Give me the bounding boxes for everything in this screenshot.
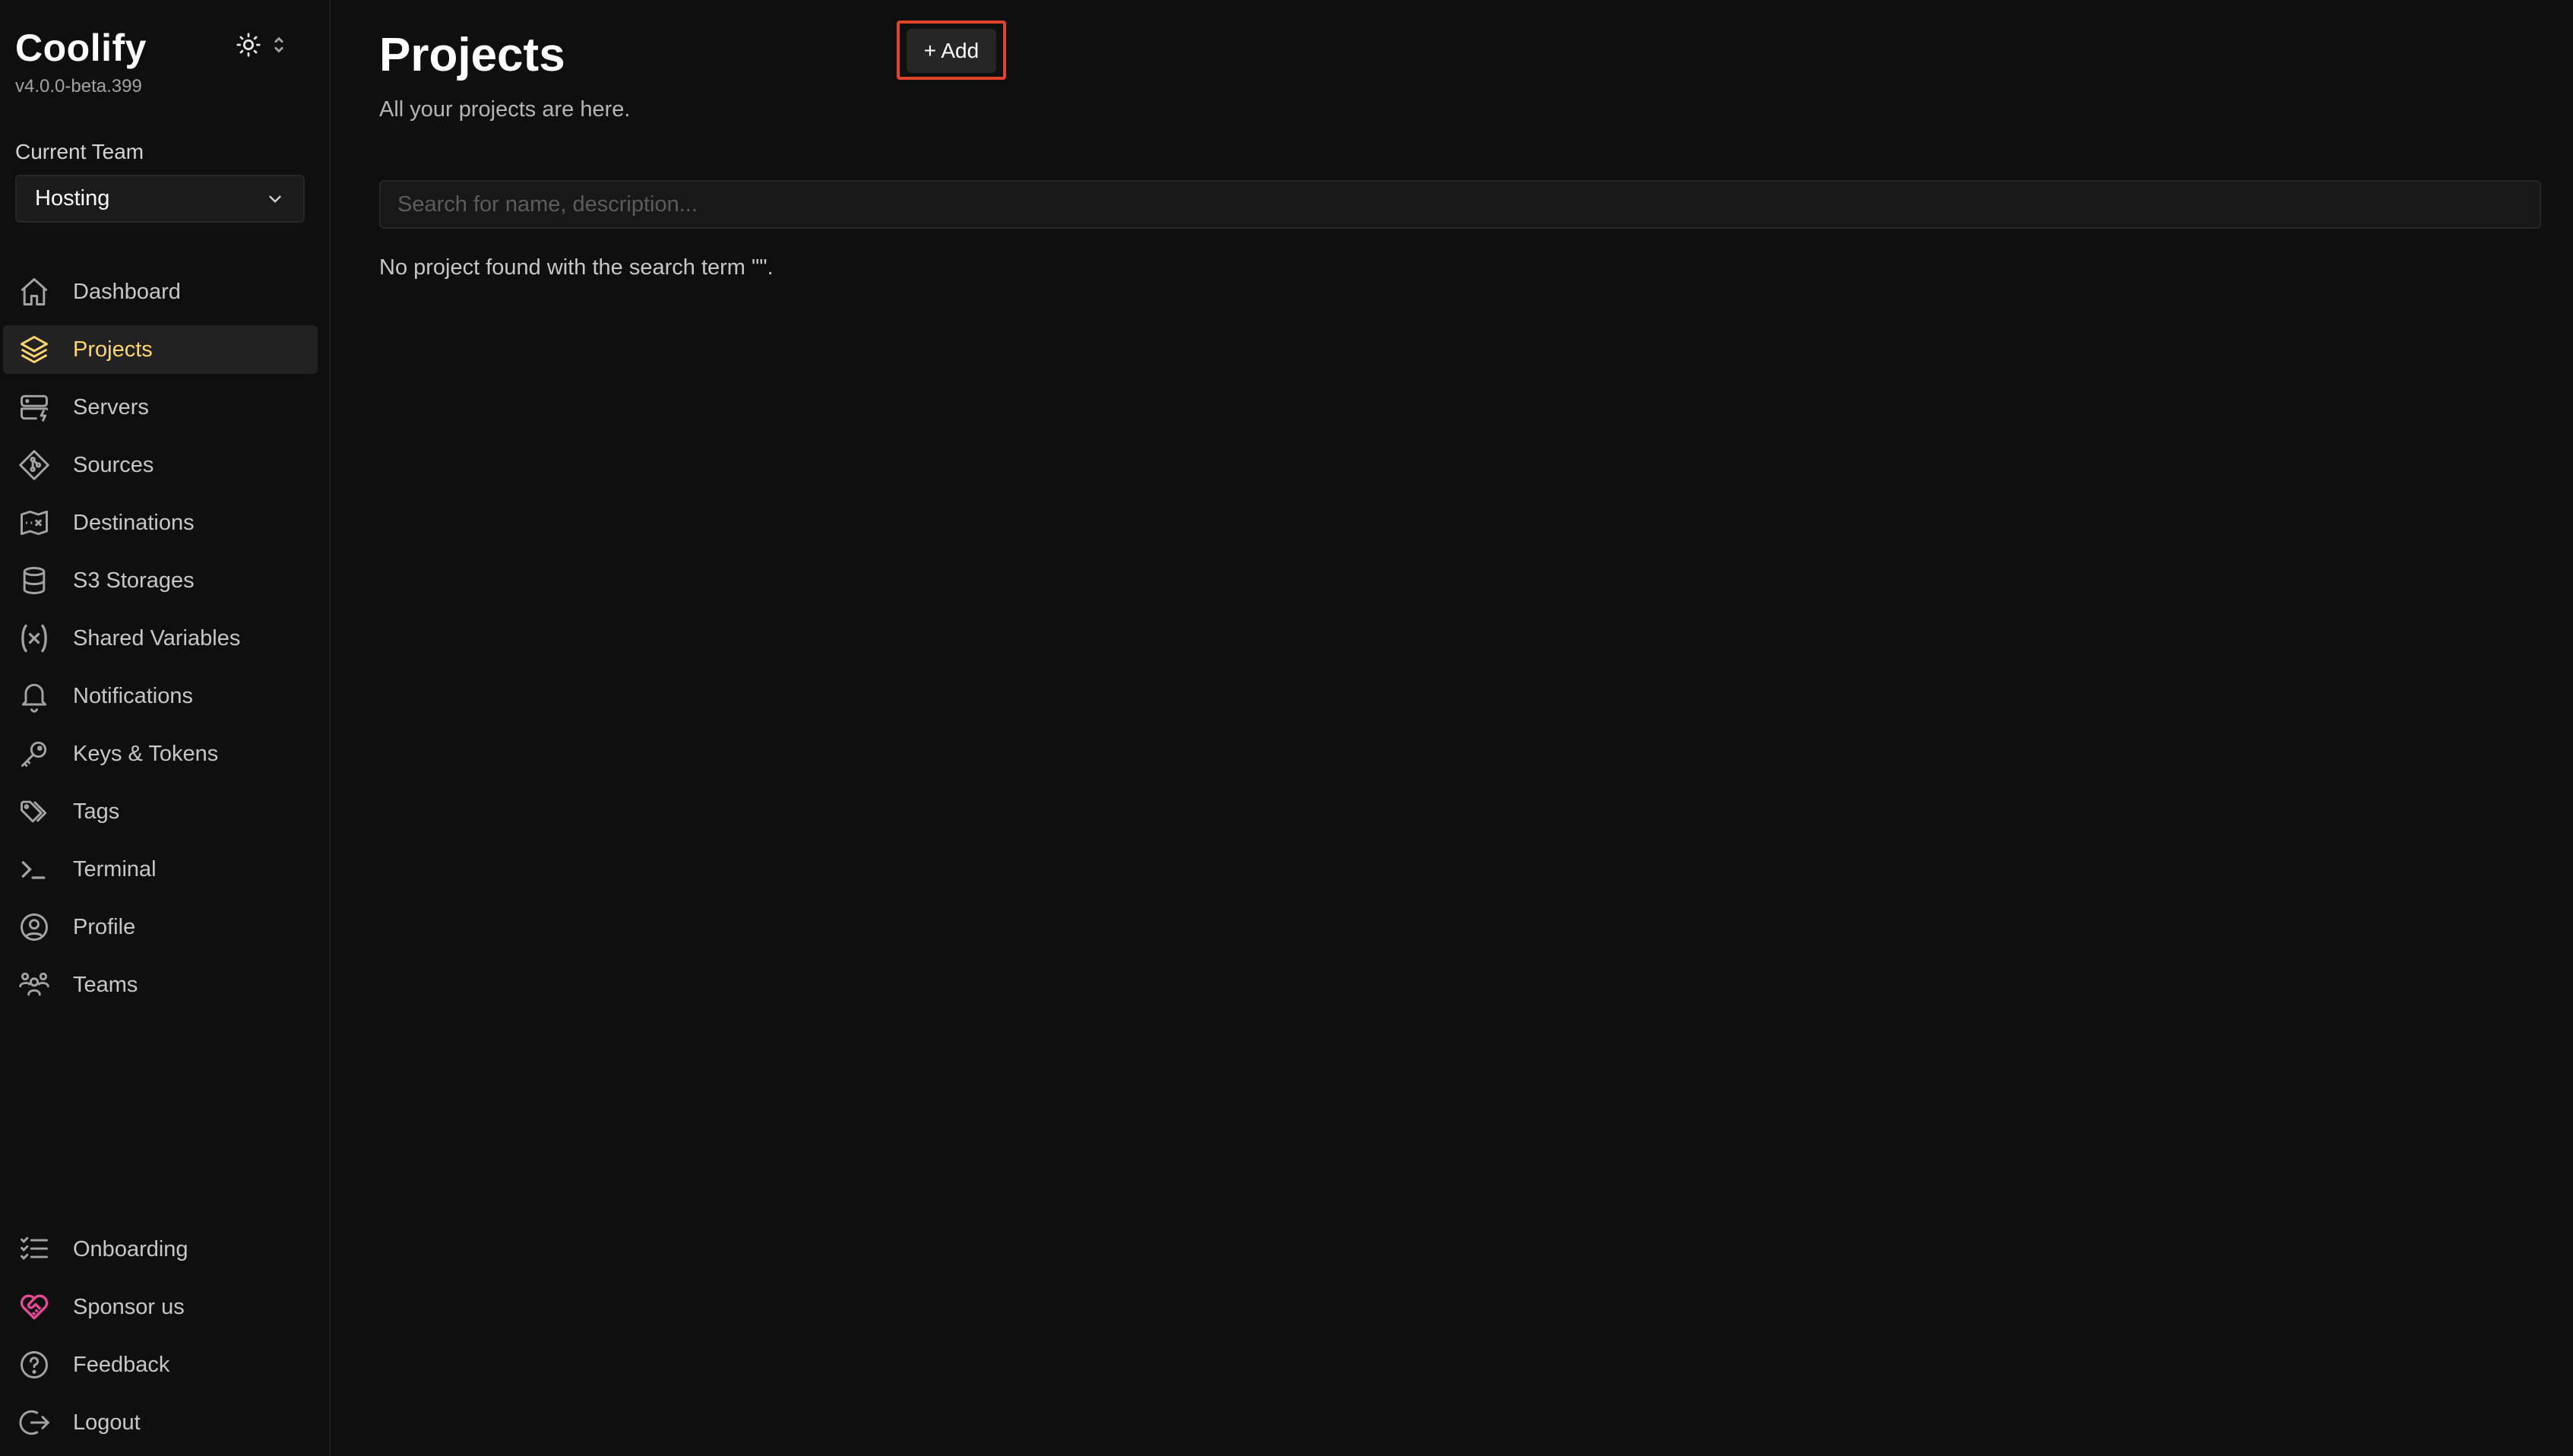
- sidebar-item-label: Keys & Tokens: [73, 741, 219, 766]
- key-icon: [17, 736, 52, 771]
- tag-icon: [17, 794, 52, 829]
- sidebar-item-servers[interactable]: Servers: [3, 383, 318, 432]
- main-content: Projects + Add All your projects are her…: [331, 0, 2573, 1456]
- sidebar-item-label: S3 Storages: [73, 568, 195, 593]
- page-title: Projects: [379, 29, 565, 81]
- sidebar-item-label: Notifications: [73, 683, 193, 708]
- sun-icon: [236, 33, 261, 57]
- sidebar-item-logout[interactable]: Logout: [3, 1398, 318, 1447]
- sidebar-item-label: Logout: [73, 1410, 141, 1435]
- team-select[interactable]: Hosting: [15, 175, 305, 223]
- layers-icon: [17, 332, 52, 367]
- sidebar-item-label: Onboarding: [73, 1236, 188, 1261]
- heart-handshake-icon: [17, 1290, 52, 1325]
- sidebar-item-keys-tokens[interactable]: Keys & Tokens: [3, 730, 318, 778]
- sidebar-item-feedback[interactable]: Feedback: [3, 1340, 318, 1389]
- sidebar-item-onboarding[interactable]: Onboarding: [3, 1225, 318, 1274]
- sidebar-item-label: Terminal: [73, 856, 157, 882]
- sidebar-item-tags[interactable]: Tags: [3, 787, 318, 836]
- sidebar-item-profile[interactable]: Profile: [3, 903, 318, 951]
- checklist-icon: [17, 1232, 52, 1267]
- brand: Coolify v4.0.0-beta.399: [15, 29, 147, 97]
- logout-icon: [17, 1405, 52, 1440]
- sidebar-item-label: Teams: [73, 972, 138, 997]
- sidebar-item-s3-storages[interactable]: S3 Storages: [3, 556, 318, 605]
- sidebar-item-label: Tags: [73, 799, 120, 824]
- sidebar-item-sources[interactable]: Sources: [3, 441, 318, 489]
- git-icon: [17, 448, 52, 483]
- sidebar-item-label: Projects: [73, 337, 153, 362]
- user-circle-icon: [17, 910, 52, 945]
- sidebar-item-label: Destinations: [73, 510, 195, 535]
- terminal-icon: [17, 852, 52, 887]
- variable-icon: [17, 621, 52, 656]
- home-icon: [17, 274, 52, 309]
- sidebar-item-label: Dashboard: [73, 279, 181, 304]
- sidebar-item-label: Sources: [73, 452, 154, 477]
- map-icon: [17, 505, 52, 540]
- users-icon: [17, 967, 52, 1002]
- sidebar-item-terminal[interactable]: Terminal: [3, 845, 318, 894]
- sidebar-nav: Dashboard Projects Servers Sources Desti…: [3, 267, 318, 1018]
- theme-toggle[interactable]: [236, 32, 286, 58]
- sidebar-item-sponsor-us[interactable]: Sponsor us: [3, 1283, 318, 1331]
- chevron-updown-icon: [274, 36, 283, 53]
- search-input[interactable]: [379, 180, 2541, 229]
- sidebar-item-notifications[interactable]: Notifications: [3, 672, 318, 720]
- current-team-label: Current Team: [15, 140, 144, 163]
- help-circle-icon: [17, 1347, 52, 1382]
- database-icon: [17, 563, 52, 598]
- empty-state-message: No project found with the search term ""…: [379, 255, 774, 280]
- sidebar-item-label: Servers: [73, 394, 149, 419]
- sidebar-item-shared-variables[interactable]: Shared Variables: [3, 614, 318, 663]
- sidebar-item-label: Shared Variables: [73, 625, 241, 650]
- bell-icon: [17, 679, 52, 714]
- page-subtitle: All your projects are here.: [379, 97, 631, 122]
- chevron-down-icon: [269, 195, 281, 203]
- app-version: v4.0.0-beta.399: [15, 76, 142, 97]
- sidebar: Coolify v4.0.0-beta.399 Current Team Hos…: [0, 0, 331, 1456]
- app-title[interactable]: Coolify: [15, 29, 147, 67]
- sidebar-item-destinations[interactable]: Destinations: [3, 499, 318, 547]
- sidebar-bottom-nav: Onboarding Sponsor us Feedback Logout: [3, 1225, 318, 1456]
- add-project-button[interactable]: + Add: [907, 29, 996, 73]
- sidebar-item-projects[interactable]: Projects: [3, 325, 318, 374]
- app-root: Coolify v4.0.0-beta.399 Current Team Hos…: [0, 0, 2573, 1456]
- sidebar-item-teams[interactable]: Teams: [3, 961, 318, 1009]
- team-select-value: Hosting: [35, 186, 110, 210]
- sidebar-item-dashboard[interactable]: Dashboard: [3, 267, 318, 316]
- server-icon: [17, 390, 52, 425]
- sidebar-item-label: Profile: [73, 914, 136, 939]
- sidebar-item-label: Sponsor us: [73, 1294, 185, 1319]
- sidebar-item-label: Feedback: [73, 1352, 170, 1377]
